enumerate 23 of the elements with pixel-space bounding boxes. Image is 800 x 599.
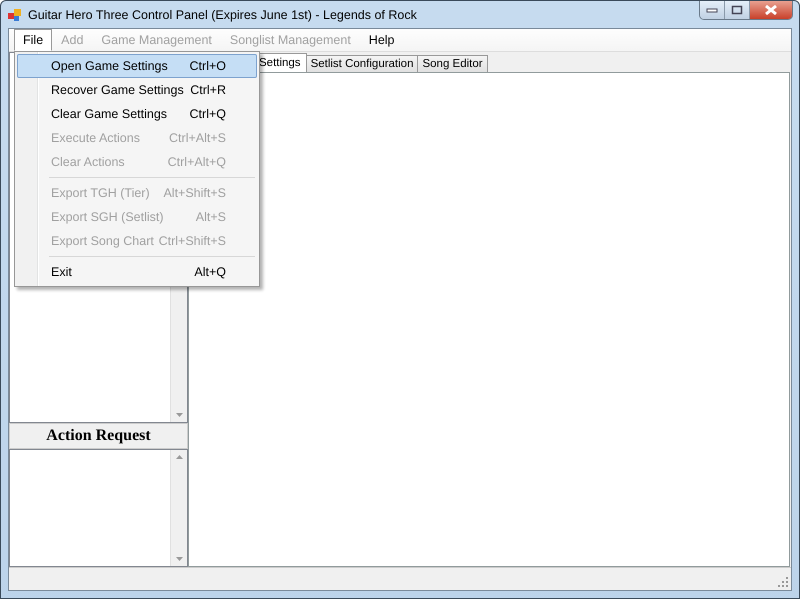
menu-item[interactable]: Recover Game Settings Ctrl+R xyxy=(17,78,257,102)
tab[interactable]: Song Editor xyxy=(417,55,488,72)
menu-item[interactable]: Help xyxy=(360,29,404,51)
window-title: Guitar Hero Three Control Panel (Expires June 1st) - Legends of Rock xyxy=(28,8,417,22)
resize-grip-icon[interactable] xyxy=(778,577,788,587)
menu-item[interactable]: Open Game Settings Ctrl+O xyxy=(17,54,257,78)
minimize-icon xyxy=(706,7,718,13)
scroll-down-icon[interactable] xyxy=(176,413,182,417)
close-icon xyxy=(764,5,778,15)
close-button[interactable] xyxy=(750,1,792,19)
scrollbar[interactable] xyxy=(170,450,187,566)
scroll-down-icon[interactable] xyxy=(176,557,182,561)
section-header: Action Request xyxy=(9,423,188,449)
menu-item[interactable]: Exit Alt+Q xyxy=(17,260,257,284)
action-request-list[interactable] xyxy=(9,449,188,567)
app-icon xyxy=(8,8,22,22)
scroll-up-icon[interactable] xyxy=(176,455,182,459)
menu-item[interactable]: Clear Game Settings Ctrl+Q xyxy=(17,102,257,126)
menu-item[interactable]: File xyxy=(14,29,52,51)
maximize-button[interactable] xyxy=(725,1,750,19)
minimize-button[interactable] xyxy=(700,1,725,19)
maximize-icon xyxy=(731,5,743,15)
tab[interactable]: Setlist Configuration xyxy=(306,55,418,72)
